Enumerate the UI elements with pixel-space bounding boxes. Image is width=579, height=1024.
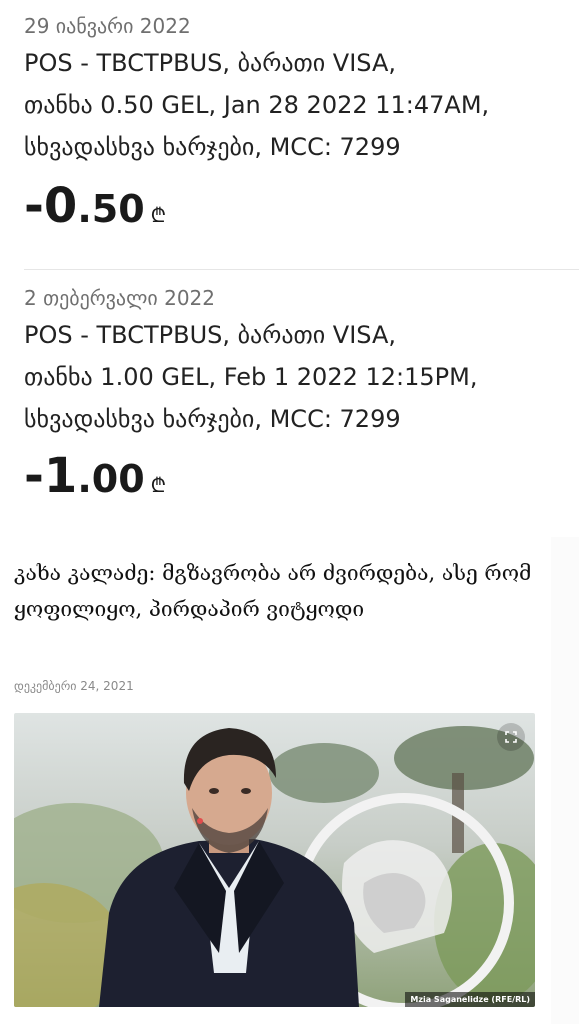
- transaction-amount: -0.50 ₾: [24, 178, 166, 234]
- description-line: სხვადასხვა ხარჯები, MCC: 7299: [24, 133, 401, 161]
- photo-credit: Mzia Saganelidze (RFE/RL): [405, 992, 535, 1007]
- news-photo[interactable]: Mzia Saganelidze (RFE/RL): [14, 713, 535, 1007]
- amount-integer: -0: [24, 178, 78, 234]
- currency-symbol: ₾: [150, 473, 167, 497]
- expand-icon[interactable]: [497, 723, 525, 751]
- photo-illustration: [14, 713, 535, 1007]
- transaction-description: POS - TBCTPBUS, ბარათი VISA, თანხა 1.00 …: [24, 314, 574, 440]
- news-section: კახა კალაძე: მგზავრობა არ ძვირდება, ასე …: [0, 537, 579, 1024]
- description-line: თანხა 1.00 GEL, Feb 1 2022 12:15PM,: [24, 363, 478, 391]
- description-line: სხვადასხვა ხარჯები, MCC: 7299: [24, 405, 401, 433]
- transaction-description: POS - TBCTPBUS, ბარათი VISA, თანხა 0.50 …: [24, 42, 574, 168]
- transaction-date: 29 იანვარი 2022: [24, 14, 191, 38]
- transaction-item[interactable]: 2 თებერვალი 2022 POS - TBCTPBUS, ბარათი …: [0, 270, 579, 532]
- description-line: POS - TBCTPBUS, ბარათი VISA,: [24, 321, 397, 349]
- news-date: დეკემბერი 24, 2021: [14, 679, 134, 693]
- expand-glyph: [505, 731, 517, 743]
- amount-decimal: .50: [77, 187, 145, 231]
- description-line: თანხა 0.50 GEL, Jan 28 2022 11:47AM,: [24, 91, 490, 119]
- transaction-item[interactable]: 29 იანვარი 2022 POS - TBCTPBUS, ბარათი V…: [0, 0, 579, 268]
- description-line: POS - TBCTPBUS, ბარათი VISA,: [24, 49, 397, 77]
- transaction-date: 2 თებერვალი 2022: [24, 286, 215, 310]
- news-card[interactable]: კახა კალაძე: მგზავრობა არ ძვირდება, ასე …: [0, 537, 551, 1024]
- currency-symbol: ₾: [150, 203, 167, 227]
- transaction-amount: -1.00 ₾: [24, 448, 166, 504]
- news-headline[interactable]: კახა კალაძე: მგზავრობა არ ძვირდება, ასე …: [14, 555, 534, 627]
- amount-integer: -1: [24, 448, 78, 504]
- amount-decimal: .00: [77, 457, 145, 501]
